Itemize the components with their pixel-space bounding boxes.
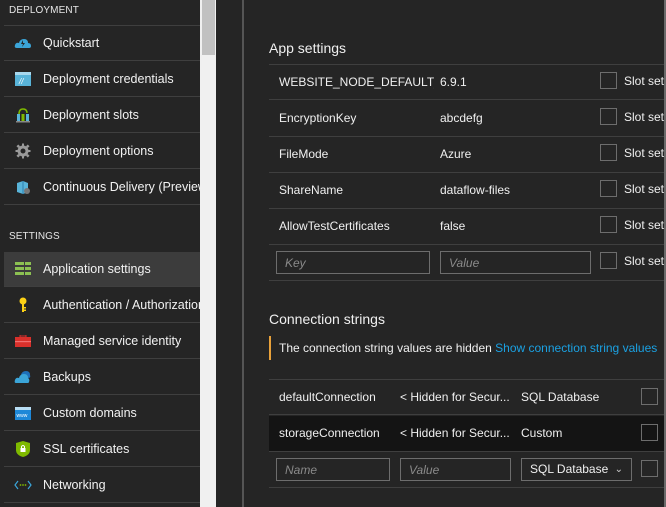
setting-key: FileMode	[279, 147, 329, 161]
app-settings-icon	[14, 261, 32, 277]
slots-icon	[14, 107, 32, 123]
setting-value: abcdefg	[440, 111, 483, 125]
sidebar-item-label: Quickstart	[43, 36, 100, 50]
sidebar-item-authentication[interactable]: Authentication / Authorization	[4, 288, 200, 323]
sidebar-item-label: Deployment credentials	[43, 72, 174, 86]
section-header-settings: SETTINGS	[9, 231, 60, 242]
connection-value: < Hidden for Secur...	[400, 390, 510, 404]
sidebar-item-custom-domains[interactable]: www Custom domains	[4, 396, 200, 431]
slot-setting-checkbox[interactable]	[600, 216, 617, 233]
new-connection-name-input[interactable]	[276, 458, 390, 481]
setting-value: dataflow-files	[440, 183, 511, 197]
setting-key: EncryptionKey	[279, 111, 357, 125]
blade-gap	[216, 0, 242, 507]
sidebar-item-managed-service-identity[interactable]: Managed service identity	[4, 324, 200, 359]
slot-setting-checkbox[interactable]	[600, 180, 617, 197]
connection-string-row[interactable]: defaultConnection < Hidden for Secur... …	[269, 379, 666, 415]
sidebar-item-label: Application settings	[43, 262, 151, 276]
connection-slot-checkbox[interactable]	[641, 388, 658, 405]
sidebar-item-label: Continuous Delivery (Preview)	[43, 180, 200, 194]
setting-key: WEBSITE_NODE_DEFAULT_...	[279, 75, 434, 89]
show-connection-string-values-link[interactable]: Show connection string values	[495, 341, 657, 355]
app-setting-row[interactable]: ShareName dataflow-files Slot set	[269, 173, 666, 209]
setting-key: ShareName	[279, 183, 344, 197]
connection-value: < Hidden for Secur...	[400, 426, 510, 440]
sidebar-item-label: Custom domains	[43, 406, 137, 420]
connection-type: Custom	[521, 426, 563, 440]
connection-name: defaultConnection	[279, 390, 376, 404]
setting-value: false	[440, 219, 466, 233]
connection-string-row[interactable]: storageConnection < Hidden for Secur... …	[269, 416, 666, 452]
key-icon	[14, 297, 32, 313]
info-text: The connection string values are hidden	[279, 341, 492, 355]
shield-lock-icon	[14, 441, 32, 457]
chevron-down-icon: ⌄	[614, 464, 623, 475]
gear-icon	[14, 143, 32, 159]
svg-text:www: www	[17, 413, 28, 419]
slot-setting-label: Slot set	[624, 182, 665, 196]
app-setting-row[interactable]: FileMode Azure Slot set	[269, 137, 666, 173]
slot-setting-checkbox[interactable]	[600, 252, 617, 269]
setting-value: 6.9.1	[440, 75, 467, 89]
cloud-lightning-icon	[14, 35, 32, 51]
sidebar-item-label: Authentication / Authorization	[43, 298, 200, 312]
section-header-deployment: DEPLOYMENT	[9, 5, 79, 16]
www-icon: www	[14, 405, 32, 421]
toolbox-icon	[14, 333, 32, 349]
sidebar-item-deployment-slots[interactable]: Deployment slots	[4, 98, 200, 133]
sidebar-item-label: Deployment slots	[43, 108, 139, 122]
sidebar-item-application-settings[interactable]: Application settings	[4, 252, 200, 287]
main-content: App settings WEBSITE_NODE_DEFAULT_... 6.…	[244, 0, 666, 507]
connection-name: storageConnection	[279, 426, 380, 440]
sidebar-item-label: SSL certificates	[43, 442, 130, 456]
app-setting-new-row: Slot set	[269, 245, 666, 281]
setting-key: AllowTestCertificates	[279, 219, 390, 233]
slot-setting-label: Slot set	[624, 74, 665, 88]
app-settings-title: App settings	[269, 40, 347, 56]
slot-setting-checkbox[interactable]	[600, 72, 617, 89]
connection-type-selected: SQL Database	[530, 462, 609, 476]
new-setting-key-input[interactable]	[276, 251, 430, 274]
app-setting-row[interactable]: WEBSITE_NODE_DEFAULT_... 6.9.1 Slot set	[269, 64, 666, 100]
connection-slot-checkbox[interactable]	[641, 424, 658, 441]
cloud-backup-icon	[14, 369, 32, 385]
sidebar-item-deployment-options[interactable]: Deployment options	[4, 134, 200, 169]
sidebar: DEPLOYMENT Quickstart // Deployment cred…	[0, 0, 200, 507]
app-setting-row[interactable]: EncryptionKey abcdefg Slot set	[269, 101, 666, 137]
connection-slot-checkbox[interactable]	[641, 460, 658, 477]
slot-setting-label: Slot set	[624, 218, 665, 232]
connection-type-select[interactable]: SQL Database ⌄	[521, 458, 632, 481]
slot-setting-checkbox[interactable]	[600, 144, 617, 161]
slot-setting-label: Slot set	[624, 146, 665, 160]
continuous-delivery-icon	[14, 179, 32, 195]
slot-setting-checkbox[interactable]	[600, 108, 617, 125]
sidebar-item-ssl-certificates[interactable]: SSL certificates	[4, 432, 200, 467]
slot-setting-label: Slot set	[624, 110, 665, 124]
connection-strings-title: Connection strings	[269, 311, 385, 327]
svg-text://: //	[18, 77, 24, 86]
networking-icon	[14, 477, 32, 493]
sidebar-item-continuous-delivery[interactable]: Continuous Delivery (Preview)	[4, 170, 200, 205]
sidebar-item-networking[interactable]: Networking	[4, 468, 200, 503]
connection-type: SQL Database	[521, 390, 600, 404]
sidebar-item-deployment-credentials[interactable]: // Deployment credentials	[4, 62, 200, 97]
connection-strings-info-banner: The connection string values are hidden …	[269, 336, 657, 360]
sidebar-item-label: Networking	[43, 478, 106, 492]
app-setting-row[interactable]: AllowTestCertificates false Slot set	[269, 209, 666, 245]
sidebar-item-backups[interactable]: Backups	[4, 360, 200, 395]
new-setting-value-input[interactable]	[440, 251, 591, 274]
sidebar-scrollbar-track[interactable]	[200, 0, 216, 507]
sidebar-item-label: Managed service identity	[43, 334, 182, 348]
sidebar-item-quickstart[interactable]: Quickstart	[4, 26, 200, 61]
setting-value: Azure	[440, 147, 472, 161]
new-connection-value-input[interactable]	[400, 458, 511, 481]
credentials-window-icon: //	[14, 71, 32, 87]
slot-setting-label: Slot set	[624, 254, 665, 268]
sidebar-scrollbar-thumb[interactable]	[202, 0, 215, 55]
sidebar-item-label: Deployment options	[43, 144, 154, 158]
sidebar-item-label: Backups	[43, 370, 91, 384]
connection-string-new-row: SQL Database ⌄	[269, 452, 666, 488]
